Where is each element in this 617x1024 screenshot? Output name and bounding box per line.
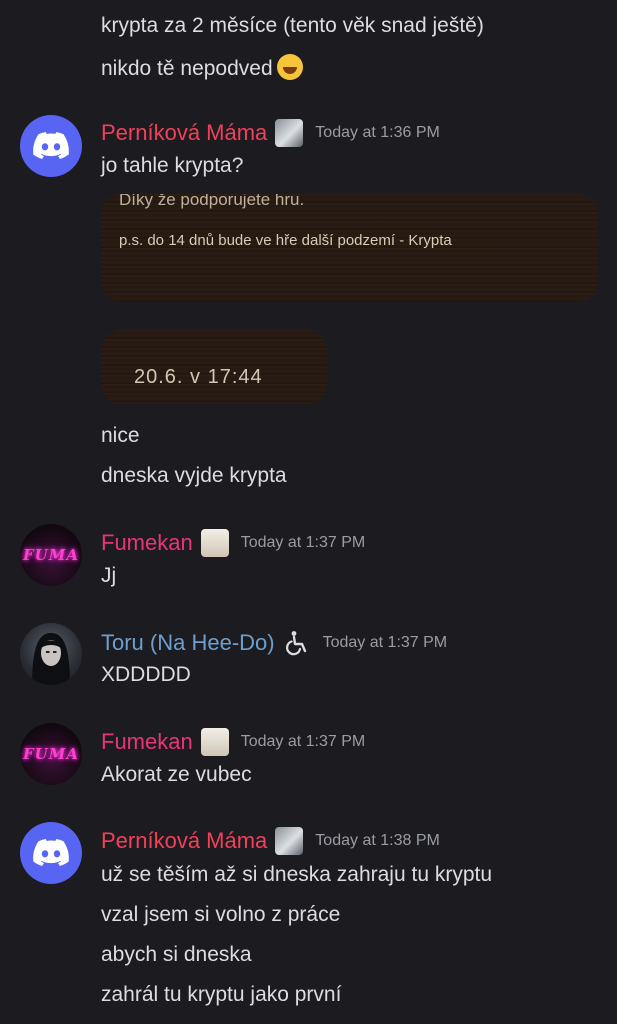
attachment-text: p.s. do 14 dnů bude ve hře další podzemí… (119, 232, 452, 249)
avatar[interactable]: FUMA (20, 524, 82, 586)
cat-badge-icon (200, 529, 229, 557)
attachment-text: Díky že podporujete hru. (119, 194, 305, 209)
cat-badge-icon (275, 119, 304, 147)
username[interactable]: Perníková Máma (101, 827, 267, 855)
message-line: jo tahle krypta? (101, 154, 244, 177)
message-text: nikdo tě nepodved (101, 57, 273, 80)
message-header: Fumekan Today at 1:37 PM (101, 727, 365, 757)
discord-logo-icon (33, 839, 69, 866)
message-header: Perníková Máma Today at 1:36 PM (101, 118, 440, 148)
timestamp[interactable]: Today at 1:36 PM (315, 124, 440, 142)
avatar[interactable] (20, 822, 82, 884)
message-header: Toru (Na Hee-Do) Today at 1:37 PM (101, 628, 447, 658)
message-line: abych si dneska (101, 943, 252, 966)
cat-badge-icon (275, 827, 304, 855)
cat-badge-icon (200, 728, 229, 756)
message-line: Akorat ze vubec (101, 763, 252, 786)
discord-logo-icon (33, 132, 69, 159)
message-line: zahrál tu kryptu jako první (101, 983, 342, 1006)
message-line: Jj (101, 564, 117, 587)
message-header: Perníková Máma Today at 1:38 PM (101, 826, 440, 856)
image-attachment[interactable]: Díky že podporujete hru. p.s. do 14 dnů … (101, 194, 598, 302)
timestamp[interactable]: Today at 1:37 PM (241, 733, 366, 751)
username[interactable]: Fumekan (101, 728, 193, 756)
timestamp[interactable]: Today at 1:38 PM (315, 832, 440, 850)
image-attachment[interactable]: 20.6. v 17:44 (101, 330, 327, 404)
avatar-text: FUMA (23, 745, 79, 763)
username[interactable]: Fumekan (101, 529, 193, 557)
avatar[interactable] (20, 115, 82, 177)
person-avatar-icon (32, 633, 70, 685)
message-line: už se těším až si dneska zahraju tu kryp… (101, 863, 493, 886)
timestamp[interactable]: Today at 1:37 PM (241, 534, 366, 552)
username[interactable]: Perníková Máma (101, 119, 267, 147)
attachment-text: 20.6. v 17:44 (134, 366, 263, 388)
avatar-text: FUMA (23, 546, 79, 564)
wheelchair-icon (283, 629, 311, 657)
message-line: vzal jsem si volno z práce (101, 903, 341, 926)
message-line: dneska vyjde krypta (101, 464, 287, 487)
message-line: nikdo tě nepodved (101, 54, 303, 83)
message-line: krypta za 2 měsíce (tento věk snad ještě… (101, 14, 484, 37)
avatar[interactable] (20, 623, 82, 685)
message-line: nice (101, 424, 140, 447)
message-line: XDDDDD (101, 663, 191, 686)
avatar[interactable]: FUMA (20, 723, 82, 785)
username[interactable]: Toru (Na Hee-Do) (101, 629, 275, 657)
grinning-face-icon (276, 54, 303, 80)
message-header: Fumekan Today at 1:37 PM (101, 528, 365, 558)
timestamp[interactable]: Today at 1:37 PM (323, 634, 448, 652)
